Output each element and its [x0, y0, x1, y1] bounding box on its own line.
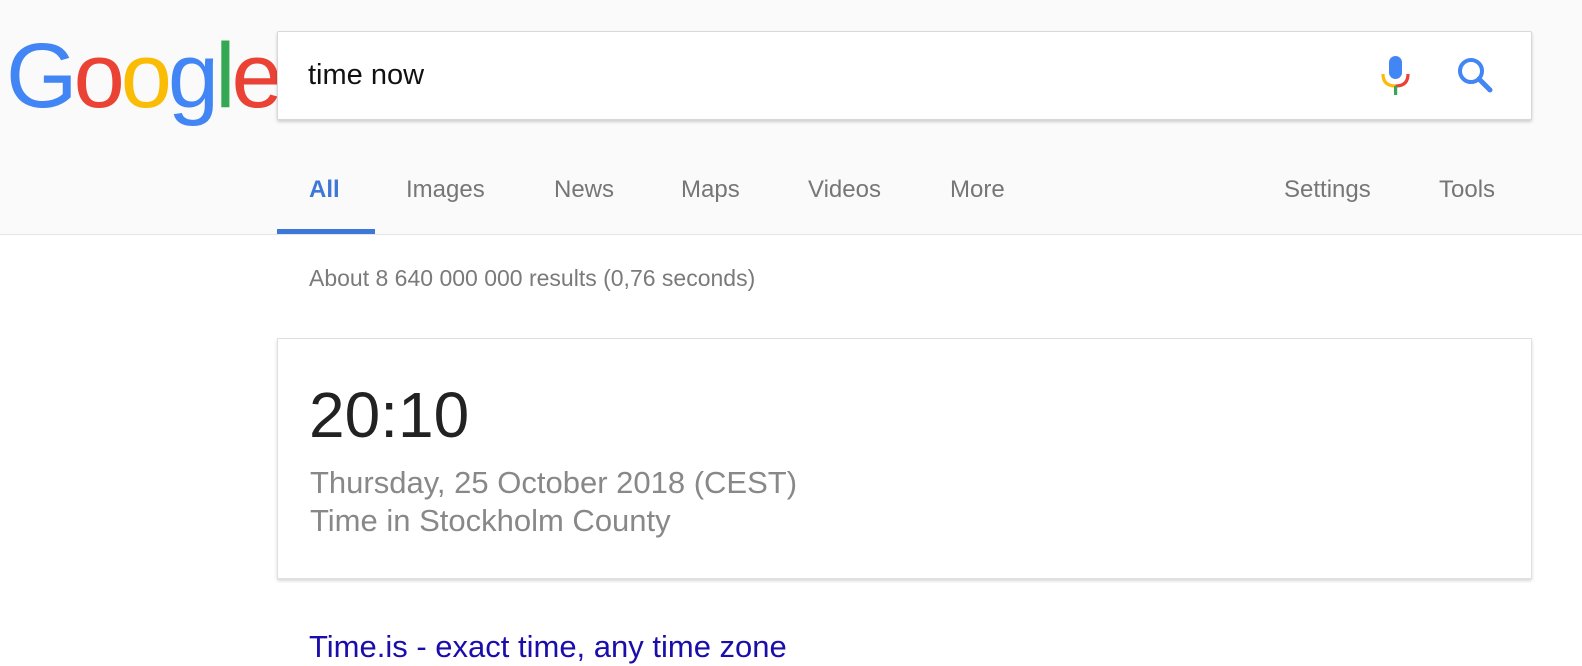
time-location: Time in Stockholm County	[310, 503, 671, 538]
logo-letter: o	[73, 25, 125, 127]
current-time: 20:10	[309, 379, 470, 451]
tab-all[interactable]: All	[309, 172, 340, 208]
search-input[interactable]	[308, 54, 1308, 96]
tab-more[interactable]: More	[950, 172, 1005, 208]
tab-tools[interactable]: Tools	[1439, 172, 1495, 208]
logo-letter: e	[231, 25, 283, 127]
active-tab-indicator	[277, 229, 375, 234]
tab-settings[interactable]: Settings	[1284, 172, 1371, 208]
tab-maps[interactable]: Maps	[681, 172, 740, 208]
time-card: 20:10 Thursday, 25 October 2018 (CEST) T…	[277, 338, 1532, 579]
magnifier-icon[interactable]	[1454, 54, 1498, 98]
tab-news[interactable]: News	[554, 172, 614, 208]
google-logo[interactable]: Google	[6, 25, 283, 127]
logo-letter: o	[120, 25, 172, 127]
result-title-link[interactable]: Time.is - exact time, any time zone	[309, 628, 787, 666]
tab-videos[interactable]: Videos	[808, 172, 881, 208]
microphone-icon[interactable]	[1376, 54, 1416, 98]
logo-letter: G	[6, 25, 78, 127]
tab-images[interactable]: Images	[406, 172, 485, 208]
search-box	[277, 31, 1532, 120]
current-date: Thursday, 25 October 2018 (CEST)	[310, 465, 798, 500]
logo-letter: g	[167, 25, 219, 127]
search-header: Google All Images News Maps Videos More …	[0, 0, 1582, 235]
result-stats: About 8 640 000 000 results (0,76 second…	[309, 265, 756, 291]
logo-letter: l	[215, 25, 236, 127]
